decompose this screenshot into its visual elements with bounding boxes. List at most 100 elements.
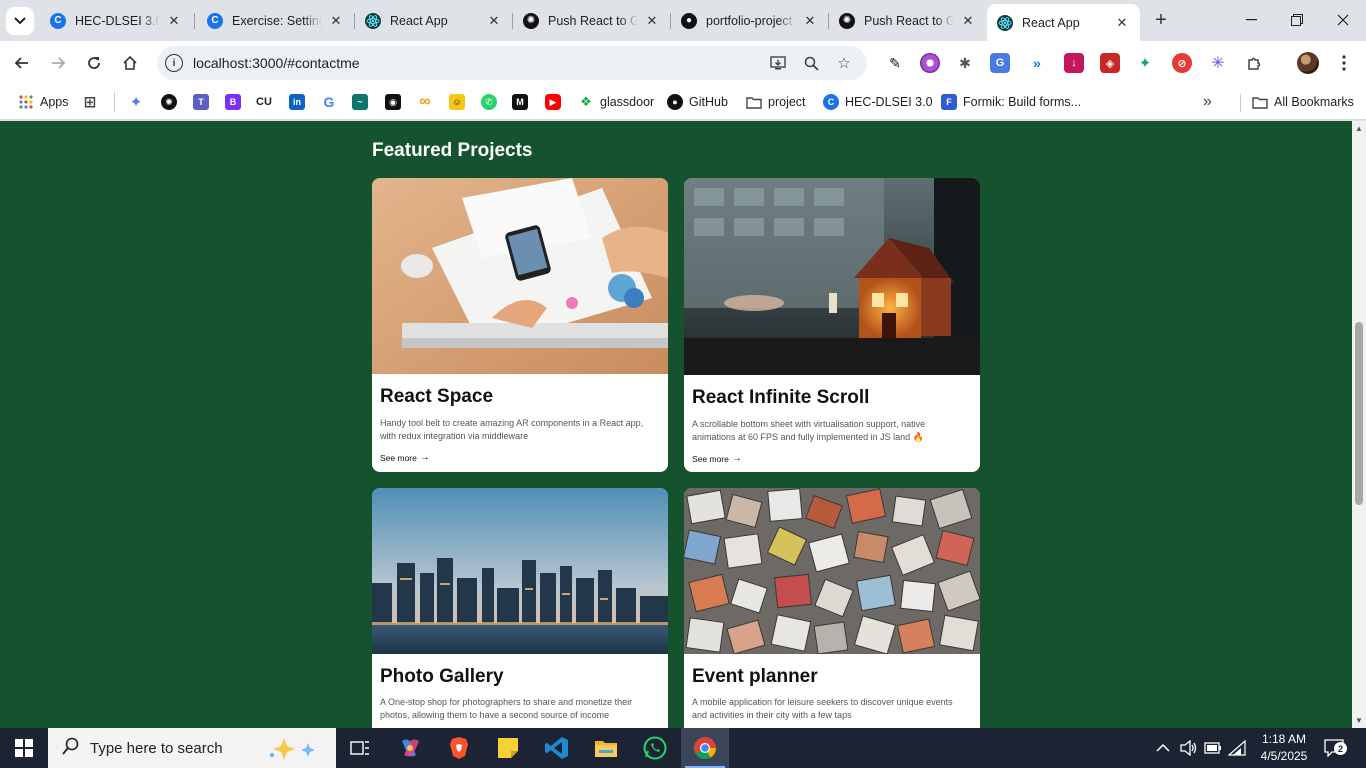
more-vertical-icon bbox=[1342, 55, 1346, 71]
tab-push-react-2[interactable]: ✺ Push React to GI ✕ bbox=[829, 6, 986, 35]
scrollbar-thumb[interactable] bbox=[1355, 322, 1363, 505]
all-bookmarks-button[interactable]: All Bookmarks bbox=[1252, 92, 1354, 112]
home-button[interactable] bbox=[116, 49, 144, 77]
close-icon[interactable]: ✕ bbox=[1114, 15, 1130, 31]
tab-exercise-setting[interactable]: C Exercise: Setting ✕ bbox=[197, 6, 354, 35]
bookmark-star-icon[interactable]: ☆ bbox=[832, 51, 856, 75]
bookmark-mask[interactable]: ☺ bbox=[449, 92, 465, 112]
google-icon: G bbox=[323, 94, 335, 110]
slash-extension-icon[interactable]: ⊘ bbox=[1172, 53, 1192, 73]
bookmark-chatgpt-alt[interactable]: ◉ bbox=[385, 92, 401, 112]
bookmark-linkedin[interactable]: in bbox=[289, 92, 305, 112]
bookmark-medium[interactable]: M bbox=[512, 92, 528, 112]
bookmark-youtube[interactable]: ▶ bbox=[545, 92, 561, 112]
youtube-icon: ▶ bbox=[545, 94, 561, 110]
bookmark-coursera[interactable]: CU bbox=[256, 92, 272, 112]
bug-extension-icon[interactable]: ✱ bbox=[955, 53, 975, 73]
site-info-icon[interactable]: i bbox=[165, 54, 183, 72]
profile-avatar[interactable] bbox=[1297, 52, 1319, 74]
rss-extension-icon[interactable]: ◈ bbox=[1100, 53, 1120, 73]
brave-browser-app[interactable] bbox=[435, 728, 483, 768]
more-bookmarks-button[interactable]: » bbox=[1203, 92, 1212, 112]
bookmark-bootstrap[interactable]: B bbox=[225, 92, 241, 112]
copilot-app[interactable] bbox=[386, 728, 434, 768]
install-app-icon[interactable] bbox=[766, 51, 790, 75]
new-tab-button[interactable]: + bbox=[1150, 9, 1172, 31]
tab-react-app-active[interactable]: React App ✕ bbox=[987, 4, 1140, 41]
download-extension-icon[interactable]: ↓ bbox=[1064, 53, 1084, 73]
linkedin-icon: in bbox=[289, 94, 305, 110]
tab-hec-dlsei[interactable]: C HEC-DLSEI 3.0 Y ✕ bbox=[40, 6, 192, 35]
close-icon[interactable]: ✕ bbox=[166, 13, 182, 29]
restore-button[interactable] bbox=[1274, 0, 1320, 40]
zoom-icon[interactable] bbox=[799, 51, 823, 75]
eyedropper-extension-icon[interactable]: ✎ bbox=[885, 53, 905, 73]
browser-menu-button[interactable] bbox=[1330, 49, 1358, 77]
start-button[interactable] bbox=[0, 728, 48, 768]
show-hidden-icons-button[interactable] bbox=[1156, 728, 1170, 768]
search-icon bbox=[62, 737, 80, 760]
notification-badge: 2 bbox=[1334, 742, 1347, 755]
copilot-sparkle-icon bbox=[264, 735, 324, 764]
see-more-link[interactable]: See more → bbox=[692, 453, 742, 464]
bookmark-google[interactable]: G bbox=[321, 92, 337, 112]
teams-icon: T bbox=[193, 94, 209, 110]
reload-button[interactable] bbox=[80, 49, 108, 77]
scroll-down-icon[interactable]: ▼ bbox=[1354, 715, 1364, 725]
close-icon[interactable]: ✕ bbox=[486, 13, 502, 29]
bird-extension-icon[interactable]: ✦ bbox=[1135, 53, 1155, 73]
bookmark-hec-dlsei[interactable]: C HEC-DLSEI 3.0 bbox=[823, 92, 933, 112]
volume-button[interactable] bbox=[1180, 728, 1198, 768]
bookmark-apps[interactable]: Apps bbox=[18, 92, 69, 112]
chrome-app[interactable] bbox=[681, 728, 729, 768]
extensions-puzzle-icon[interactable] bbox=[1244, 53, 1264, 73]
snowflake-extension-icon[interactable]: ✳ bbox=[1208, 53, 1228, 73]
chevron-up-icon bbox=[1156, 743, 1170, 752]
bookmark-grid[interactable]: ⊞ bbox=[82, 92, 98, 112]
battery-button[interactable] bbox=[1204, 728, 1222, 768]
page-scrollbar[interactable]: ▲ ▼ bbox=[1352, 121, 1366, 728]
bookmark-formik[interactable]: F Formik: Build forms... bbox=[941, 92, 1081, 112]
bookmark-label: glassdoor bbox=[600, 95, 655, 109]
bookmark-teams[interactable]: T bbox=[193, 92, 209, 112]
whatsapp-app[interactable] bbox=[631, 728, 679, 768]
forward-button[interactable] bbox=[44, 49, 72, 77]
bookmark-project-folder[interactable]: project bbox=[746, 92, 806, 112]
back-button[interactable] bbox=[8, 49, 36, 77]
task-view-button[interactable] bbox=[336, 728, 384, 768]
url-text[interactable]: localhost:3000/#contactme bbox=[193, 55, 360, 71]
bookmark-glassdoor[interactable]: ❖ glassdoor bbox=[578, 92, 654, 112]
bookmark-chatgpt[interactable]: ✺ bbox=[161, 92, 177, 112]
bookmark-infinity[interactable]: ∞ bbox=[417, 92, 433, 112]
taskbar-search[interactable]: Type here to search bbox=[48, 728, 336, 768]
tab-search-button[interactable] bbox=[6, 7, 34, 35]
scroll-up-icon[interactable]: ▲ bbox=[1354, 123, 1364, 133]
sound-extension-icon[interactable]: » bbox=[1027, 53, 1047, 73]
see-more-link[interactable]: See more → bbox=[380, 452, 430, 463]
close-icon[interactable]: ✕ bbox=[960, 13, 976, 29]
translate-extension-icon[interactable]: G bbox=[990, 53, 1010, 73]
tab-portfolio-project[interactable]: ● portfolio-project ✕ bbox=[671, 6, 828, 35]
tab-push-react-1[interactable]: ✺ Push React to GI ✕ bbox=[513, 6, 670, 35]
system-clock[interactable]: 1:18 AM 4/5/2025 bbox=[1252, 731, 1316, 765]
notification-center-button[interactable]: 2 bbox=[1324, 728, 1347, 768]
vscode-icon bbox=[545, 737, 568, 759]
color-picker-extension-icon[interactable] bbox=[920, 53, 940, 73]
bookmark-whatsapp[interactable]: ✆ bbox=[481, 92, 497, 112]
file-explorer-app[interactable] bbox=[582, 728, 630, 768]
close-icon[interactable]: ✕ bbox=[644, 13, 660, 29]
close-icon[interactable]: ✕ bbox=[328, 13, 344, 29]
bookmark-kaggle[interactable]: ~ bbox=[352, 92, 368, 112]
bookmark-gemini[interactable]: ✦ bbox=[128, 92, 144, 112]
sticky-notes-app[interactable] bbox=[484, 728, 532, 768]
close-window-button[interactable] bbox=[1320, 0, 1366, 40]
tab-react-app[interactable]: React App ✕ bbox=[355, 6, 512, 35]
address-bar[interactable]: i localhost:3000/#contactme ☆ bbox=[157, 46, 867, 80]
minimize-button[interactable] bbox=[1228, 0, 1274, 40]
network-button[interactable] bbox=[1228, 728, 1246, 768]
bookmark-github[interactable]: ● GitHub bbox=[667, 92, 728, 112]
vscode-app[interactable] bbox=[533, 728, 581, 768]
close-icon[interactable]: ✕ bbox=[802, 13, 818, 29]
arrow-right-icon bbox=[52, 57, 66, 69]
folder-icon bbox=[1252, 94, 1268, 110]
